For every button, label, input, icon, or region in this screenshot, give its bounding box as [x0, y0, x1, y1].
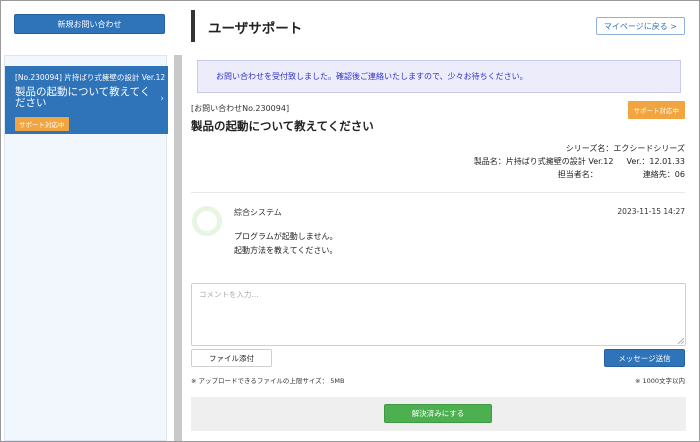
- message-line: 起動方法を教えてください。: [234, 246, 338, 255]
- person-in-charge: 担当者名：: [557, 170, 598, 179]
- notice-message: お問い合わせを受付致しました。確認後ご連絡いたしますので、少々お待ちください。: [197, 60, 681, 93]
- status-badge: サポート対応中: [627, 101, 685, 119]
- page-title: ユーザサポート: [208, 21, 303, 37]
- new-inquiry-button[interactable]: 新規お問い合わせ: [14, 14, 165, 34]
- comment-input[interactable]: [191, 283, 686, 346]
- send-message-button[interactable]: メッセージ送信: [604, 349, 685, 367]
- message-author: 綜合システム: [234, 208, 282, 217]
- message-body: プログラムが起動しません。 起動方法を教えてください。: [234, 230, 338, 258]
- inquiry-list: [No.230094] 片持ばり式擁壁の設計 Ver.12 製品の起動について教…: [4, 55, 168, 441]
- avatar: [192, 206, 222, 236]
- inquiry-meta: シリーズ名：エクシードシリーズ 製品名：片持ばり式擁壁の設計 Ver.12 Ve…: [474, 142, 685, 181]
- chevron-right-icon: ›: [160, 94, 164, 104]
- product-name: 製品名：片持ばり式擁壁の設計 Ver.12: [473, 157, 614, 166]
- inquiry-list-item[interactable]: [No.230094] 片持ばり式擁壁の設計 Ver.12 製品の起動について教…: [5, 66, 168, 134]
- series-name: シリーズ名：エクシードシリーズ: [565, 144, 685, 153]
- sidebar: 新規お問い合わせ [No.230094] 片持ばり式擁壁の設計 Ver.12 製…: [1, 1, 173, 441]
- inquiry-list-item-title: 製品の起動について教えてください: [15, 86, 151, 109]
- divider: [191, 192, 685, 193]
- attach-file-button[interactable]: ファイル添付: [191, 349, 272, 367]
- inquiry-number: [お問い合わせNo.230094]: [191, 104, 290, 113]
- message-timestamp: 2023-11-15 14:27: [617, 207, 685, 216]
- char-limit-note: ※ 1000文字以内: [634, 377, 685, 385]
- action-footer: 解決済みにする: [191, 397, 686, 431]
- product-version: Ver.：12.01.33: [626, 157, 686, 166]
- back-to-mypage-button[interactable]: マイページに戻る >: [595, 17, 685, 35]
- inquiry-title: 製品の起動について教えてください: [191, 119, 374, 133]
- inquiry-list-item-number: [No.230094] 片持ばり式擁壁の設計 Ver.12: [15, 73, 166, 82]
- mark-resolved-button[interactable]: 解決済みにする: [384, 404, 492, 423]
- message-line: プログラムが起動しません。: [234, 232, 338, 241]
- title-accent-bar: [191, 10, 195, 42]
- sidebar-scrollbar[interactable]: [174, 55, 182, 441]
- upload-size-note: ※ アップロードできるファイルの上限サイズ： 5MB: [191, 377, 345, 385]
- resize-grip-icon[interactable]: [677, 337, 685, 345]
- main-content: ユーザサポート マイページに戻る > お問い合わせを受付致しました。確認後ご連絡…: [183, 1, 699, 441]
- inquiry-list-item-status: サポート対応中: [15, 117, 69, 131]
- contact-info: 連絡先：06: [642, 170, 685, 179]
